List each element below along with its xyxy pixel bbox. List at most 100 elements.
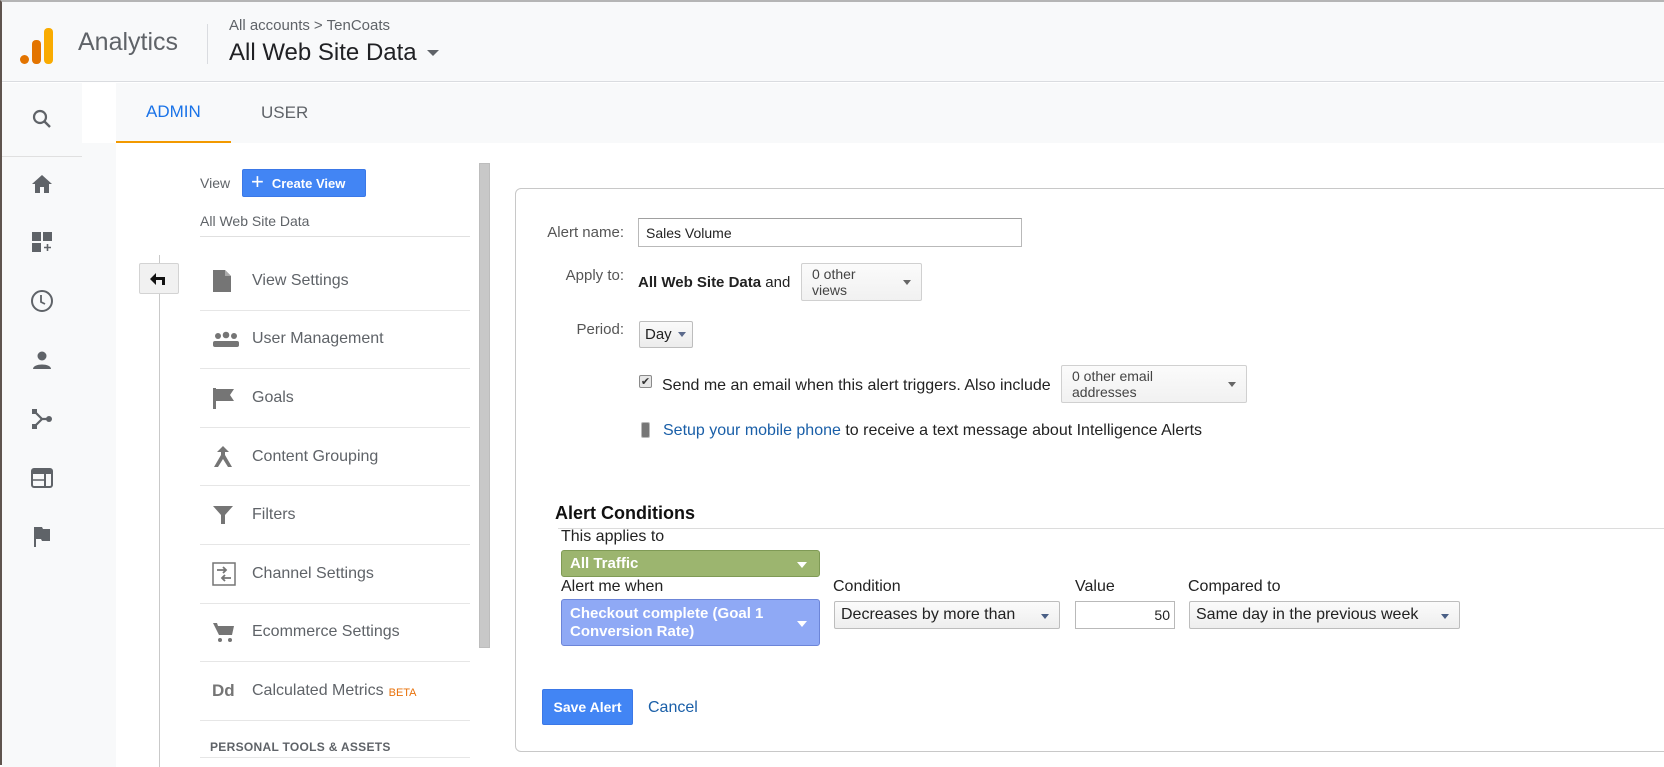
view-name-divider <box>200 236 470 237</box>
mobile-setup-text: Setup your mobile phone to receive a tex… <box>663 422 1202 440</box>
document-icon <box>200 269 252 293</box>
tab-admin-label: ADMIN <box>146 102 201 121</box>
chevron-down-icon <box>797 620 807 627</box>
section-divider <box>200 757 470 758</box>
content-grouping-icon <box>200 445 252 469</box>
menu-item-label: Filters <box>252 506 296 524</box>
cancel-link[interactable]: Cancel <box>648 699 698 717</box>
behavior-icon[interactable] <box>28 464 56 492</box>
applies-to-label: This applies to <box>561 528 665 545</box>
chevron-down-icon <box>1228 381 1236 387</box>
view-admin-menu: View Settings User Management Goals Cont… <box>200 252 470 721</box>
menu-item-ecommerce-settings[interactable]: Ecommerce Settings <box>200 604 470 663</box>
value-input[interactable] <box>1075 601 1175 629</box>
menu-item-label: Channel Settings <box>252 564 374 582</box>
menu-item-label: Goals <box>252 388 294 406</box>
content-gutter <box>82 143 116 767</box>
breadcrumb-property[interactable]: TenCoats <box>327 17 390 34</box>
alert-name-label: Alert name: <box>547 224 624 241</box>
view-selector[interactable]: All Web Site Data <box>229 39 439 67</box>
top-header: Analytics All accounts > TenCoats All Web … <box>2 2 1664 82</box>
other-views-value: 0 other views <box>812 266 856 298</box>
admin-column-scrollbar[interactable] <box>479 163 490 648</box>
menu-item-label: Content Grouping <box>252 447 379 465</box>
chevron-down-icon <box>1441 614 1449 619</box>
menu-item-label: Ecommerce Settings <box>252 623 400 641</box>
menu-item-goals[interactable]: Goals <box>200 369 470 428</box>
compared-to-dropdown[interactable]: Same day in the previous week <box>1189 601 1460 629</box>
customization-icon[interactable] <box>28 228 56 256</box>
view-title: All Web Site Data <box>229 39 417 66</box>
home-icon[interactable] <box>28 170 56 198</box>
alert-name-input[interactable] <box>638 218 1022 247</box>
breadcrumb[interactable]: All accounts > TenCoats <box>229 17 390 34</box>
collapse-back-button[interactable] <box>139 263 179 294</box>
mobile-setup-rest: to receive a text message about Intellig… <box>845 422 1203 439</box>
flag-icon <box>200 386 252 410</box>
back-arrow-icon <box>150 272 165 285</box>
rail-divider <box>2 156 86 157</box>
conditions-divider <box>558 528 1664 529</box>
chevron-down-icon <box>677 332 686 337</box>
cart-icon <box>200 621 252 643</box>
menu-item-label: Calculated Metrics <box>252 681 384 699</box>
section-personal-tools: PERSONAL TOOLS & ASSETS <box>210 740 391 754</box>
period-dropdown[interactable]: Day <box>639 321 693 348</box>
other-views-dropdown[interactable]: 0 other views <box>801 263 922 301</box>
menu-item-label: User Management <box>252 330 384 348</box>
acquisition-icon[interactable] <box>28 405 56 433</box>
segment-value: All Traffic <box>570 554 639 572</box>
app-window: Analytics All accounts > TenCoats All Web … <box>0 0 1664 767</box>
metric-value: Checkout complete (Goal 1 Conversion Rat… <box>570 605 764 640</box>
analytics-logo-icon[interactable] <box>20 24 54 64</box>
metric-dropdown[interactable]: Checkout complete (Goal 1 Conversion Rat… <box>561 599 820 646</box>
tab-user-label: USER <box>261 103 309 122</box>
menu-item-calculated-metrics[interactable]: Dd Calculated Metrics BETA <box>200 662 470 721</box>
breadcrumb-separator: > <box>313 17 323 34</box>
menu-item-content-grouping[interactable]: Content Grouping <box>200 428 470 487</box>
menu-item-view-settings[interactable]: View Settings <box>200 252 470 311</box>
menu-item-user-management[interactable]: User Management <box>200 311 470 370</box>
alert-form-panel <box>515 188 1664 752</box>
view-label: View <box>200 175 231 191</box>
check-icon: ✔ <box>640 376 651 388</box>
other-emails-dropdown[interactable]: 0 other email addresses <box>1061 365 1247 403</box>
create-view-button[interactable]: + Create View <box>242 169 366 197</box>
search-icon[interactable] <box>28 105 56 133</box>
alert-when-label: Alert me when <box>561 578 664 595</box>
beta-badge: BETA <box>388 686 417 699</box>
period-label: Period: <box>576 321 624 338</box>
breadcrumb-account[interactable]: All accounts <box>229 17 310 34</box>
segment-dropdown[interactable]: All Traffic <box>561 550 820 577</box>
other-emails-value: 0 other email addresses <box>1072 368 1153 400</box>
tab-user[interactable]: USER <box>231 83 338 143</box>
apply-to-text: All Web Site Data and <box>638 274 790 291</box>
menu-item-channel-settings[interactable]: Channel Settings <box>200 545 470 604</box>
left-nav-rail <box>2 83 86 767</box>
chevron-down-icon <box>1041 614 1049 619</box>
apply-to-label: Apply to: <box>565 267 624 284</box>
setup-mobile-link[interactable]: Setup your mobile phone <box>663 422 841 439</box>
menu-item-label: View Settings <box>252 271 349 289</box>
compared-to-label: Compared to <box>1188 578 1281 595</box>
compared-to-value: Same day in the previous week <box>1196 606 1419 623</box>
chevron-down-icon <box>426 50 439 56</box>
audience-person-icon[interactable] <box>28 346 56 374</box>
condition-dropdown[interactable]: Decreases by more than <box>834 601 1060 629</box>
realtime-clock-icon[interactable] <box>28 287 56 315</box>
apply-to-and: and <box>765 274 791 291</box>
chevron-down-icon <box>797 561 807 568</box>
chevron-down-icon <box>903 279 911 285</box>
header-divider <box>207 24 208 64</box>
save-alert-button[interactable]: Save Alert <box>542 689 633 725</box>
tab-admin[interactable]: ADMIN <box>116 83 231 143</box>
people-icon <box>200 330 252 348</box>
email-checkbox[interactable]: ✔ <box>639 375 652 388</box>
conversions-flag-icon[interactable] <box>28 523 56 551</box>
apply-to-view: All Web Site Data <box>638 274 762 291</box>
condition-label: Condition <box>833 578 901 595</box>
alert-conditions-title: Alert Conditions <box>555 503 695 523</box>
menu-item-filters[interactable]: Filters <box>200 486 470 545</box>
current-view-name[interactable]: All Web Site Data <box>200 213 309 229</box>
channel-settings-icon <box>200 562 252 586</box>
